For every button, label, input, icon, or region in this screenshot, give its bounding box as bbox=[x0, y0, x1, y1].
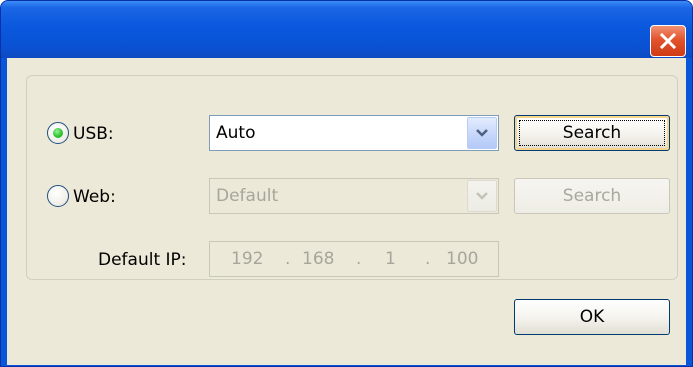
connection-groupbox: USB: Auto Search Web: Default Search Def… bbox=[26, 75, 678, 280]
usb-radio[interactable] bbox=[47, 122, 69, 144]
ok-button[interactable]: OK bbox=[514, 299, 670, 335]
ip-separator: . bbox=[285, 249, 291, 269]
usb-search-button[interactable]: Search bbox=[514, 115, 670, 151]
ip-separator: . bbox=[356, 249, 362, 269]
default-ip-field[interactable]: 192 . 168 . 1 . 100 bbox=[209, 241, 499, 277]
dialog-client-area: USB: Auto Search Web: Default Search Def… bbox=[7, 58, 686, 365]
web-address-combo[interactable]: Default bbox=[209, 178, 499, 214]
web-search-label: Search bbox=[562, 186, 622, 206]
ip-octet-1: 192 bbox=[231, 249, 264, 269]
ip-octet-3: 1 bbox=[385, 249, 396, 269]
usb-search-label: Search bbox=[562, 123, 622, 143]
ip-separator: . bbox=[425, 249, 431, 269]
chevron-down-icon bbox=[476, 192, 488, 200]
usb-combo-dropdown-button[interactable] bbox=[467, 117, 497, 149]
web-combo-dropdown-button[interactable] bbox=[467, 180, 497, 212]
default-ip-label: Default IP: bbox=[98, 250, 187, 270]
dialog-window: USB: Auto Search Web: Default Search Def… bbox=[0, 0, 693, 367]
chevron-down-icon bbox=[476, 129, 488, 137]
usb-label: USB: bbox=[73, 124, 114, 144]
close-button[interactable] bbox=[650, 25, 686, 57]
radio-selected-dot bbox=[53, 128, 63, 138]
close-icon bbox=[659, 32, 677, 50]
usb-port-value: Auto bbox=[216, 123, 256, 143]
title-bar[interactable] bbox=[1, 1, 692, 58]
web-search-button[interactable]: Search bbox=[514, 178, 670, 214]
ip-octet-4: 100 bbox=[446, 249, 479, 269]
web-address-value: Default bbox=[216, 186, 279, 206]
web-label: Web: bbox=[73, 187, 116, 207]
web-radio[interactable] bbox=[47, 185, 69, 207]
ok-label: OK bbox=[579, 307, 605, 327]
ip-octet-2: 168 bbox=[302, 249, 335, 269]
usb-port-combo[interactable]: Auto bbox=[209, 115, 499, 151]
